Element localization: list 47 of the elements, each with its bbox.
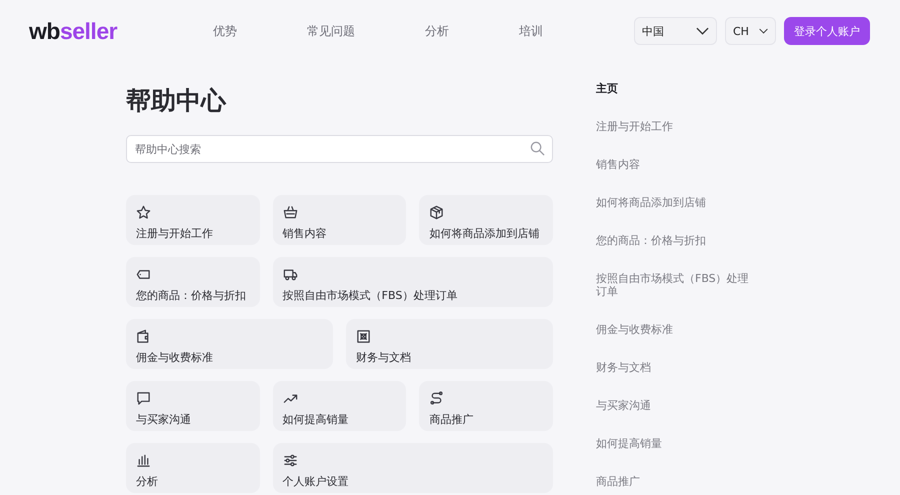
sidebar-link[interactable]: 商品推广 <box>596 475 756 488</box>
sidebar-link[interactable]: 如何提高销量 <box>596 437 756 450</box>
sidebar-link[interactable]: 按照自由市场模式（FBS）处理订单 <box>596 272 756 298</box>
search-field[interactable]: 帮助中心搜索 <box>126 135 553 163</box>
page-title: 帮助中心 <box>126 85 228 117</box>
category-card[interactable]: 商品推广 <box>419 381 553 431</box>
sidebar-link[interactable]: 您的商品：价格与折扣 <box>596 234 756 247</box>
basket-icon <box>282 205 298 220</box>
route-icon <box>429 391 444 406</box>
category-card[interactable]: 如何提高销量 <box>272 381 406 431</box>
category-card[interactable]: 佣金与收费标准 <box>126 319 333 369</box>
category-card[interactable]: 按照自由市场模式（FBS）处理订单 <box>272 257 553 307</box>
category-card[interactable]: 注册与开始工作 <box>126 195 260 245</box>
language-dropdown[interactable]: CH <box>725 17 776 45</box>
nav-link[interactable]: 优势 <box>213 22 237 40</box>
login-button[interactable]: 登录个人账户 <box>784 17 870 45</box>
chevron-down-icon <box>696 27 709 35</box>
chevron-down-icon <box>758 27 768 35</box>
category-card[interactable]: 分析 <box>126 443 260 493</box>
category-card[interactable]: 销售内容 <box>272 195 406 245</box>
sliders-icon <box>282 453 298 468</box>
box-icon <box>429 205 444 220</box>
category-card[interactable]: 与买家沟通 <box>126 381 260 431</box>
chat-icon <box>136 391 151 406</box>
star-icon <box>136 205 151 220</box>
nav-link[interactable]: 常见问题 <box>307 22 355 40</box>
sidebar-link[interactable]: 财务与文档 <box>596 361 756 374</box>
sidebar-link[interactable]: 如何将商品添加到店铺 <box>596 196 756 209</box>
category-card[interactable]: 个人账户设置 <box>272 443 553 493</box>
wallet-icon <box>136 329 151 344</box>
category-card[interactable]: 财务与文档 <box>346 319 553 369</box>
nav-link[interactable]: 培训 <box>519 22 543 40</box>
sidebar-link[interactable]: 注册与开始工作 <box>596 120 756 133</box>
search-icon <box>530 141 545 156</box>
category-card[interactable]: 如何将商品添加到店铺 <box>419 195 553 245</box>
region-dropdown[interactable]: 中国 <box>634 17 717 45</box>
sidebar-link[interactable]: 主页 <box>596 82 756 95</box>
sidebar-link[interactable]: 销售内容 <box>596 158 756 171</box>
safe-icon <box>356 329 371 344</box>
category-card[interactable]: 您的商品：价格与折扣 <box>126 257 260 307</box>
wbseller-logo[interactable]: wbseller <box>29 18 121 44</box>
nav-link[interactable]: 分析 <box>425 22 449 40</box>
bar-chart-icon <box>136 453 151 468</box>
sidebar-link[interactable]: 佣金与收费标准 <box>596 323 756 336</box>
sidebar-link[interactable]: 与买家沟通 <box>596 399 756 412</box>
tag-icon <box>136 267 151 282</box>
truck-icon <box>282 267 298 282</box>
